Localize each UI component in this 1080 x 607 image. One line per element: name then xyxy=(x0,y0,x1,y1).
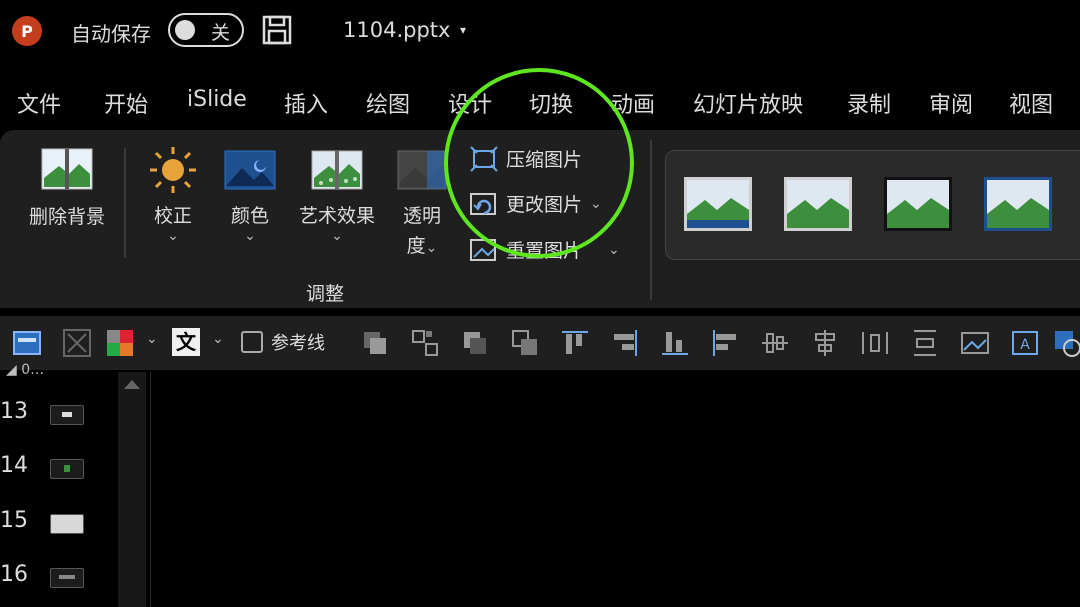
text-box-icon[interactable]: A xyxy=(1010,328,1040,358)
transparency-chevron-down-icon: ⌄ xyxy=(425,240,438,256)
slide-number: 15 xyxy=(0,508,28,533)
svg-text:A: A xyxy=(1020,337,1030,353)
slide-number: 13 xyxy=(0,399,28,424)
corrections-label: 校正 xyxy=(153,205,192,227)
remove-background-button[interactable]: 删除背景 xyxy=(22,148,112,229)
slide-number: 14 xyxy=(0,453,28,478)
toggle-knob xyxy=(175,20,195,40)
picture-styles-gallery[interactable] xyxy=(665,150,1080,260)
save-icon[interactable] xyxy=(262,15,292,45)
send-to-back-icon[interactable] xyxy=(510,328,540,358)
send-backward-icon[interactable] xyxy=(460,328,490,358)
text-format-icon[interactable]: 文 xyxy=(172,328,200,356)
color-chevron-down-icon: ⌄ xyxy=(244,228,256,244)
align-top-icon[interactable] xyxy=(560,328,590,358)
tab-view[interactable]: 视图 xyxy=(1009,87,1053,119)
ribbon-divider xyxy=(650,140,652,300)
transparency-label-text: 度 xyxy=(406,235,426,257)
color-fill-icon[interactable] xyxy=(105,328,135,358)
powerpoint-logo-icon: P xyxy=(12,16,42,46)
picture-style-thumb[interactable] xyxy=(984,177,1052,231)
transparency-label-line2: 度⌄ xyxy=(396,231,448,258)
reference-lines-checkbox[interactable] xyxy=(241,331,263,353)
tab-home[interactable]: 开始 xyxy=(104,87,148,119)
distribute-horizontal-icon[interactable] xyxy=(860,328,890,358)
slide-thumbnail[interactable] xyxy=(50,459,84,479)
corrections-button[interactable]: 校正 ⌄ xyxy=(145,145,201,244)
bring-forward-icon[interactable] xyxy=(360,328,390,358)
autosave-state: 关 xyxy=(211,22,231,44)
color-label: 颜色 xyxy=(230,205,269,227)
picture-style-thumb[interactable] xyxy=(684,177,752,231)
clear-icon[interactable] xyxy=(62,328,92,358)
adjust-group-label: 调整 xyxy=(306,283,345,305)
shape-icon[interactable] xyxy=(1052,328,1080,358)
transparency-button[interactable]: 透明 度⌄ xyxy=(396,150,448,258)
picture-style-thumb[interactable] xyxy=(884,177,952,231)
tab-slideshow[interactable]: 幻灯片放映 xyxy=(693,87,803,119)
title-bar: P 自动保存 关 1104.pptx ▾ xyxy=(0,0,1080,62)
reset-picture-chevron-down-icon: ⌄ xyxy=(608,241,620,258)
text-format-chevron-down-icon[interactable]: ⌄ xyxy=(212,331,224,347)
highlight-circle-annotation xyxy=(444,68,634,258)
transparency-label-line1: 透明 xyxy=(402,205,441,227)
slide-thumbnail[interactable] xyxy=(50,405,84,425)
group-icon[interactable] xyxy=(410,328,440,358)
reference-lines-label: 参考线 xyxy=(271,333,325,354)
picture-layout-icon[interactable] xyxy=(960,328,990,358)
slide-thumbnail[interactable] xyxy=(50,514,84,534)
tab-review[interactable]: 审阅 xyxy=(929,87,973,119)
tab-file[interactable]: 文件 xyxy=(17,87,61,119)
autosave-toggle[interactable]: 关 xyxy=(168,13,244,47)
slide-thumbnail[interactable] xyxy=(50,568,84,588)
ribbon-divider xyxy=(124,148,126,258)
slide-number: 16 xyxy=(0,562,28,587)
align-center-vertical-icon[interactable] xyxy=(760,328,790,358)
remove-background-icon xyxy=(41,148,93,190)
artistic-effects-label: 艺术效果 xyxy=(298,205,375,227)
select-pane-icon[interactable] xyxy=(12,328,42,358)
corrections-chevron-down-icon: ⌄ xyxy=(167,228,179,244)
tab-record[interactable]: 录制 xyxy=(847,87,891,119)
artistic-effects-icon xyxy=(311,150,363,190)
slide-panel-scrollbar[interactable] xyxy=(118,372,146,607)
picture-style-thumb[interactable] xyxy=(784,177,852,231)
artistic-effects-chevron-down-icon: ⌄ xyxy=(331,228,343,244)
color-picture-icon xyxy=(224,150,276,190)
slide-section-header[interactable]: ◢ 0… xyxy=(6,362,44,378)
remove-background-label: 删除背景 xyxy=(28,206,105,228)
sun-icon xyxy=(150,147,196,193)
align-right-icon[interactable] xyxy=(610,328,640,358)
color-button[interactable]: 颜色 ⌄ xyxy=(222,150,278,244)
artistic-effects-button[interactable]: 艺术效果 ⌄ xyxy=(292,150,382,244)
transparency-icon xyxy=(397,150,447,190)
tab-islide[interactable]: iSlide xyxy=(187,87,247,112)
distribute-vertical-icon[interactable] xyxy=(910,328,940,358)
tab-insert[interactable]: 插入 xyxy=(284,87,328,119)
tab-draw[interactable]: 绘图 xyxy=(366,87,410,119)
align-bottom-icon[interactable] xyxy=(660,328,690,358)
align-center-horizontal-icon[interactable] xyxy=(810,328,840,358)
panel-divider xyxy=(150,372,151,607)
secondary-toolbar: ⌄ 文 ⌄ A xyxy=(0,316,1080,370)
color-fill-chevron-down-icon[interactable]: ⌄ xyxy=(146,331,158,347)
filename-chevron-down-icon[interactable]: ▾ xyxy=(460,23,466,37)
scroll-up-icon[interactable] xyxy=(124,380,140,389)
autosave-label: 自动保存 xyxy=(71,22,151,46)
document-filename[interactable]: 1104.pptx xyxy=(343,18,450,42)
align-left-icon[interactable] xyxy=(710,328,740,358)
